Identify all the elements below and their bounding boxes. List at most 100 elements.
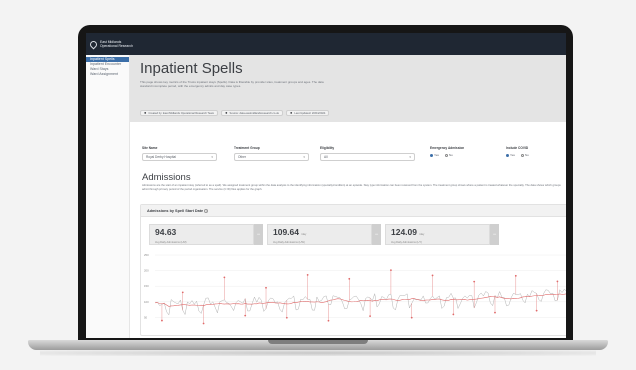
radio-icon	[520, 153, 524, 157]
minus-icon: −	[492, 231, 497, 238]
outlier-point[interactable]	[306, 274, 309, 276]
outlier-point[interactable]	[181, 291, 184, 294]
include-filter-label: Include COVID	[506, 146, 529, 150]
page-title: Inpatient Spells	[140, 60, 243, 77]
admissions-line-chart[interactable]: 250 200 150 100 50	[141, 249, 566, 337]
updated-chip[interactable]: ● Last Updated: 20/04/2024	[285, 110, 330, 116]
eligibility-select[interactable]: All ▾	[320, 153, 415, 161]
kpi-toggle-button[interactable]: −	[254, 224, 263, 245]
outlier-point[interactable]	[535, 309, 538, 312]
treatment-select[interactable]: Other ▾	[234, 153, 309, 161]
treatment-select-value: Other	[238, 155, 246, 159]
rolling-mean-series	[154, 293, 566, 307]
outlier-point[interactable]	[285, 316, 288, 319]
radio-icon	[506, 153, 509, 157]
kpi-number: 94.63	[155, 227, 177, 237]
updated-chip-label: Last Updated: 20/04/2024	[294, 111, 326, 115]
site-filter-label: Site Name	[142, 146, 158, 150]
include-radio-yes-label: Yes	[510, 153, 515, 157]
outlier-point[interactable]	[202, 322, 205, 325]
kpi-value: 94.63	[150, 225, 253, 239]
laptop-shadow	[40, 350, 596, 356]
laptop-screen: East Midlands Operational Research Inpat…	[86, 33, 566, 338]
kpi-unit: /day	[301, 233, 307, 236]
kpi-label: Avg Daily Admissions (L/W)	[273, 241, 305, 244]
owner-icon: ●	[144, 110, 147, 115]
kpi-number: 109.64	[273, 227, 299, 237]
outlier-point[interactable]	[369, 315, 371, 318]
minus-icon: −	[374, 231, 379, 238]
brand-logo[interactable]: East Midlands Operational Research	[100, 40, 133, 48]
include-radio-no[interactable]: No	[520, 153, 529, 157]
admission-radio-yes-label: Yes	[434, 153, 439, 157]
include-radio-group: Yes No	[506, 153, 529, 157]
kpi-value: 124.09 /day	[386, 225, 489, 239]
eligibility-select-value: All	[324, 155, 328, 159]
outlier-point[interactable]	[514, 274, 517, 277]
chevron-down-icon: ▾	[303, 155, 305, 159]
laptop-notch	[268, 340, 368, 344]
kpi-card-week: 109.64 /day Avg Daily Admissions (L/W)	[267, 224, 372, 245]
brand-line-2: Operational Research	[100, 44, 133, 48]
chart-card-title: Admissions by Spell Start Date	[147, 209, 204, 213]
kpi-value: 109.64 /day	[268, 225, 371, 239]
outlier-point[interactable]	[265, 286, 267, 289]
admission-radio-yes[interactable]: Yes	[430, 153, 439, 157]
outlier-point[interactable]	[556, 280, 559, 283]
include-radio-yes[interactable]: Yes	[506, 153, 515, 157]
outlier-point[interactable]	[327, 319, 330, 322]
outlier-point[interactable]	[452, 313, 455, 316]
admission-radio-no[interactable]: No	[444, 153, 453, 157]
laptop-mockup: East Midlands Operational Research Inpat…	[0, 0, 636, 370]
source-chip-label: Source: data.eastmidlandsresearch.co.uk	[229, 111, 279, 115]
site-select-value: Royal Derby Hospital	[146, 155, 176, 159]
source-chip[interactable]: ● Source: data.eastmidlandsresearch.co.u…	[221, 110, 283, 116]
refresh-icon: ●	[289, 110, 293, 115]
kpi-label: Avg Daily Admissions (L/Y)	[391, 241, 423, 244]
kpi-number: 124.09	[391, 227, 417, 237]
info-icon[interactable]: i	[204, 209, 209, 213]
outlier-point[interactable]	[348, 277, 351, 280]
meta-chips: ● Created by: East Midlands Operational …	[140, 110, 330, 116]
chevron-down-icon: ▾	[211, 155, 213, 159]
admission-filter-label: Emergency Admission	[430, 146, 465, 150]
sidebar: Inpatient Spells Inpatient Encounter War…	[86, 55, 130, 338]
y-tick-label: 50	[144, 315, 148, 319]
filter-bar: Site Name Royal Derby Hospital ▾ Treatme…	[134, 146, 566, 172]
treatment-filter-label: Treatment Group	[234, 146, 260, 150]
page-description: This page shows key metrics of the Trust…	[140, 80, 324, 88]
admissions-description: Admissions are the start of an inpatient…	[142, 184, 561, 191]
admissions-heading: Admissions	[142, 172, 191, 183]
radio-icon	[444, 153, 448, 157]
y-tick-label: 250	[144, 253, 149, 257]
owner-chip[interactable]: ● Created by: East Midlands Operational …	[140, 110, 219, 116]
outlier-point[interactable]	[223, 276, 226, 279]
chart-card-header: Admissions by Spell Start Date i	[141, 205, 566, 217]
kpi-toggle-button[interactable]: −	[372, 224, 381, 245]
site-select[interactable]: Royal Derby Hospital ▾	[142, 153, 217, 161]
minus-icon: −	[256, 231, 261, 238]
outlier-point[interactable]	[410, 316, 413, 319]
outlier-point[interactable]	[431, 274, 434, 277]
sidebar-item-ward-assignment[interactable]: Ward Assignment	[86, 72, 129, 77]
outlier-point[interactable]	[494, 311, 496, 314]
y-tick-label: 200	[144, 269, 149, 273]
treatment-filter: Treatment Group Other ▾	[234, 146, 309, 161]
outlier-point[interactable]	[473, 280, 476, 283]
y-tick-label: 150	[144, 284, 149, 288]
kpi-label: Avg Daily Admissions (L/M)	[155, 241, 187, 244]
kpi-card-month: 94.63 Avg Daily Admissions (L/M)	[149, 224, 254, 245]
owner-chip-label: Created by: East Midlands Operational Re…	[148, 111, 215, 115]
location-pin-icon[interactable]	[88, 39, 99, 49]
include-filter: Include COVID Yes No	[506, 146, 529, 157]
kpi-toggle-button[interactable]: −	[490, 224, 499, 245]
outlier-point[interactable]	[244, 314, 247, 317]
kpi-unit: /day	[419, 233, 425, 236]
outlier-point[interactable]	[390, 269, 392, 272]
admission-filter: Emergency Admission Yes No	[430, 146, 464, 157]
outlier-point[interactable]	[161, 319, 163, 322]
y-tick-label: 100	[144, 300, 149, 304]
admissions-chart-card: Admissions by Spell Start Date i 94.63 A…	[140, 204, 566, 336]
radio-icon	[430, 153, 433, 157]
include-radio-no-label: No	[524, 153, 529, 157]
